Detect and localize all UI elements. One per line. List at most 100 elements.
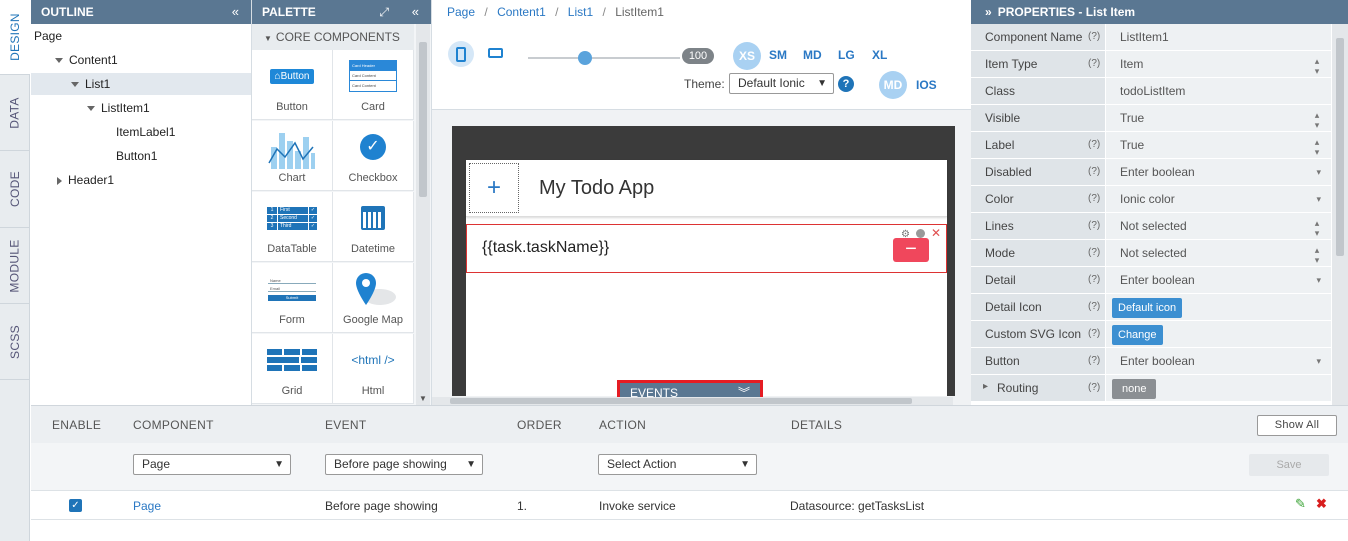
property-value-field[interactable]: Not selected ▴▾: [1106, 213, 1331, 239]
spinner-arrows-icon[interactable]: ▴▾: [1313, 246, 1323, 266]
property-value-field[interactable]: Ionic color ▾: [1106, 186, 1331, 212]
expand-arrow-icon[interactable]: ▸: [983, 381, 988, 392]
dropdown-arrow-icon[interactable]: ▾: [1316, 348, 1321, 374]
palette-item-form[interactable]: Name Email Submit Form: [252, 263, 333, 333]
event-row-component-link[interactable]: Page: [133, 499, 161, 513]
property-help-icon[interactable]: (?): [1088, 321, 1100, 347]
size-xs-button[interactable]: XS: [733, 42, 761, 70]
property-action-button[interactable]: Default icon: [1112, 297, 1183, 318]
property-help-icon[interactable]: (?): [1088, 240, 1100, 266]
property-help-icon[interactable]: (?): [1088, 267, 1100, 293]
tree-item-button1[interactable]: Button1: [116, 145, 157, 167]
spinner-arrows-icon[interactable]: ▴▾: [1313, 219, 1323, 239]
tree-item-list1[interactable]: List1: [31, 73, 251, 95]
property-value-button[interactable]: Change: [1106, 321, 1331, 347]
property-help-icon[interactable]: (?): [1088, 132, 1100, 158]
property-help-icon[interactable]: (?): [1088, 24, 1100, 50]
expand-arrow-icon[interactable]: [55, 58, 63, 64]
palette-item-grid[interactable]: Grid: [252, 334, 333, 404]
spinner-arrows-icon[interactable]: ▴▾: [1313, 111, 1323, 131]
property-help-icon[interactable]: (?): [1088, 159, 1100, 185]
expand-icon[interactable]: ⤢: [379, 0, 389, 24]
tree-item-header1[interactable]: Header1: [57, 169, 114, 191]
size-md-button[interactable]: MD: [803, 48, 822, 62]
expand-arrow-icon[interactable]: [87, 106, 95, 112]
copy-icon[interactable]: [916, 229, 925, 238]
palette-item-datatable[interactable]: 1 First ✓ 2 Second ✓ 3 Third ✓ DataTable: [252, 192, 333, 262]
help-icon[interactable]: ?: [838, 76, 854, 92]
double-chevron-right-icon[interactable]: »: [985, 5, 992, 19]
delete-icon[interactable]: ✖: [1316, 496, 1327, 512]
mobile-landscape-icon[interactable]: [488, 48, 503, 58]
tab-module[interactable]: MODULE: [0, 228, 30, 304]
palette-section-header[interactable]: ▼ CORE COMPONENTS: [252, 24, 414, 50]
tree-item-itemlabel1[interactable]: ItemLabel1: [116, 121, 175, 143]
property-value-field[interactable]: Item ▴▾: [1106, 51, 1331, 77]
property-value-button[interactable]: none: [1106, 375, 1331, 401]
property-value-field[interactable]: ListItem1: [1106, 24, 1331, 50]
action-select[interactable]: Select Action ▼: [598, 454, 757, 475]
theme-select[interactable]: Default Ionic ▼: [729, 73, 834, 94]
breadcrumb-page[interactable]: Page: [447, 5, 475, 19]
property-help-icon[interactable]: (?): [1088, 294, 1100, 320]
double-chevron-left-icon[interactable]: «: [232, 0, 239, 24]
property-value-field[interactable]: True ▴▾: [1106, 132, 1331, 158]
palette-item-button[interactable]: ⌂Button Button: [252, 50, 333, 120]
tree-item-page[interactable]: Page: [34, 25, 62, 47]
collapse-arrow-icon[interactable]: [57, 176, 62, 185]
canvas-horizontal-scrollbar[interactable]: [432, 397, 953, 405]
property-value-field[interactable]: Enter boolean ▾: [1106, 348, 1331, 374]
size-sm-button[interactable]: SM: [769, 48, 787, 62]
property-value-field[interactable]: Enter boolean ▾: [1106, 159, 1331, 185]
tab-scss[interactable]: SCSS: [0, 304, 30, 380]
property-value-field[interactable]: Not selected ▴▾: [1106, 240, 1331, 266]
platform-md-button[interactable]: MD: [879, 71, 907, 99]
palette-item-google-map[interactable]: Google Map: [333, 263, 414, 333]
remove-button[interactable]: −: [893, 238, 929, 262]
palette-item-html[interactable]: <html /> Html: [333, 334, 414, 404]
property-action-button[interactable]: Change: [1112, 324, 1163, 345]
tab-code[interactable]: CODE: [0, 151, 30, 228]
double-chevron-left-icon[interactable]: «: [412, 0, 419, 24]
property-help-icon[interactable]: (?): [1088, 51, 1100, 77]
add-icon[interactable]: +: [469, 163, 519, 213]
property-value-field[interactable]: todoListItem: [1106, 78, 1331, 104]
dropdown-arrow-icon[interactable]: ▾: [1316, 159, 1321, 185]
property-help-icon[interactable]: (?): [1088, 213, 1100, 239]
palette-scrollbar[interactable]: ▼: [416, 24, 430, 405]
close-icon[interactable]: ✕: [931, 226, 941, 240]
event-select[interactable]: Before page showing ▼: [325, 454, 483, 475]
component-select[interactable]: Page ▼: [133, 454, 291, 475]
tab-design[interactable]: DESIGN: [0, 0, 30, 75]
scroll-down-icon[interactable]: ▼: [419, 394, 427, 403]
list-item[interactable]: {{task.taskName}} − ⚙ ✕: [466, 224, 947, 273]
breadcrumb-list1[interactable]: List1: [568, 5, 593, 19]
dropdown-arrow-icon[interactable]: ▾: [1316, 267, 1321, 293]
zoom-slider-handle[interactable]: [578, 51, 592, 65]
property-help-icon[interactable]: (?): [1088, 186, 1100, 212]
property-value-field[interactable]: Enter boolean ▾: [1106, 267, 1331, 293]
property-help-icon[interactable]: (?): [1088, 348, 1100, 374]
spinner-arrows-icon[interactable]: ▴▾: [1313, 57, 1323, 77]
palette-item-card[interactable]: Card Header Card Content Card Content Ca…: [333, 50, 414, 120]
tree-item-listitem1[interactable]: ListItem1: [87, 97, 150, 119]
properties-scrollbar[interactable]: [1332, 24, 1348, 405]
palette-scroll-thumb[interactable]: [419, 42, 427, 197]
palette-item-checkbox[interactable]: ✓ Checkbox: [333, 121, 414, 191]
enable-checkbox[interactable]: ✓: [69, 499, 82, 512]
canvas-scroll-thumb[interactable]: [450, 398, 912, 404]
property-help-icon[interactable]: (?): [1088, 375, 1100, 401]
event-row[interactable]: ✓ Page Before page showing 1. Invoke ser…: [31, 491, 1348, 520]
platform-ios-button[interactable]: IOS: [916, 78, 937, 92]
property-value-button[interactable]: Default icon: [1106, 294, 1331, 320]
property-value-field[interactable]: True ▴▾: [1106, 105, 1331, 131]
properties-scroll-thumb[interactable]: [1336, 38, 1344, 256]
zoom-slider[interactable]: [528, 57, 680, 59]
size-xl-button[interactable]: XL: [872, 48, 887, 62]
palette-item-chart[interactable]: Chart: [252, 121, 333, 191]
show-all-button[interactable]: Show All: [1257, 415, 1337, 436]
size-lg-button[interactable]: LG: [838, 48, 855, 62]
tree-item-content1[interactable]: Content1: [55, 49, 118, 71]
palette-item-datetime[interactable]: Datetime: [333, 192, 414, 262]
gear-icon[interactable]: ⚙: [901, 229, 910, 240]
